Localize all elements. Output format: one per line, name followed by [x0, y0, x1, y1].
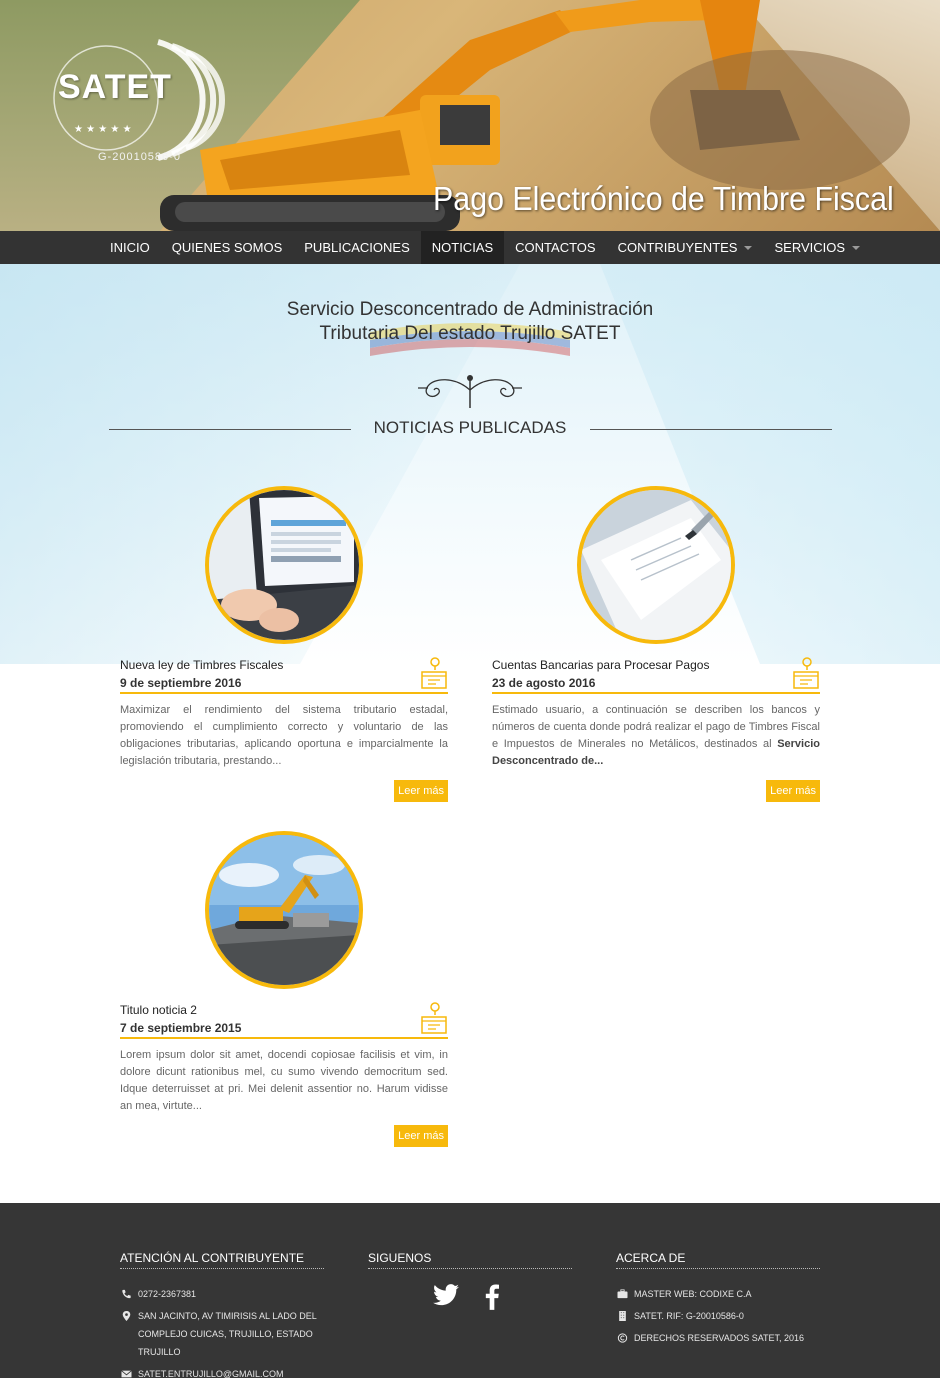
footer-master-web: MASTER WEB: CODIXE C.A: [616, 1285, 820, 1303]
logo-rif: G-20010586-0: [98, 151, 181, 163]
intro-heading-line2: Tributaria Del estado Trujillo SATET: [319, 323, 621, 344]
nav-label: INICIO: [110, 240, 150, 255]
phone-icon: [122, 1289, 131, 1299]
news-excerpt: Lorem ipsum dolor sit amet, docendi copi…: [120, 1047, 448, 1115]
facebook-icon[interactable]: [485, 1284, 499, 1310]
nav-label: QUIENES SOMOS: [171, 240, 283, 255]
nav-item-noticias[interactable]: NOTICIAS: [420, 231, 505, 264]
satet-logo[interactable]: ★ ★ ★ ★ ★ SATET G-20010586-0: [46, 36, 226, 168]
header-banner: ★ ★ ★ ★ ★ SATET G-20010586-0 Pago Electr…: [0, 0, 940, 231]
footer-about-column: ACERCA DE MASTER WEB: CODIXE C.A SATET. …: [616, 1251, 820, 1347]
news-date: 23 de agosto 2016: [492, 676, 596, 690]
news-thumbnail[interactable]: [205, 486, 363, 644]
section-title: NOTICIAS PUBLICADAS: [373, 418, 567, 437]
envelope-icon: [121, 1370, 132, 1378]
social-links: [433, 1284, 499, 1310]
footer-contact-column: ATENCIÓN AL CONTRIBUYENTE 0272-2367381 S…: [120, 1251, 324, 1378]
svg-text:★ ★ ★ ★ ★: ★ ★ ★ ★ ★: [74, 124, 132, 135]
logo-text: SATET: [58, 68, 172, 106]
news-underline: [120, 692, 448, 694]
map-marker-icon: [122, 1311, 131, 1321]
rights-text: DERECHOS RESERVADOS SATET, 2016: [634, 1333, 805, 1343]
nav-label: CONTACTOS: [515, 240, 596, 255]
news-title[interactable]: Cuentas Bancarias para Procesar Pagos: [492, 658, 709, 672]
main-navbar: INICIO QUIENES SOMOS PUBLICACIONES NOTIC…: [0, 231, 940, 264]
news-date: 9 de septiembre 2016: [120, 676, 242, 690]
news-excerpt: Maximizar el rendimiento del sistema tri…: [120, 702, 448, 770]
news-thumbnail[interactable]: [205, 831, 363, 989]
news-thumbnail[interactable]: [577, 486, 735, 644]
footer-email[interactable]: SATET.ENTRUJILLO@GMAIL.COM: [120, 1365, 324, 1378]
copyright-icon: [617, 1333, 628, 1343]
intro-heading-line1: Servicio Desconcentrado de Administració…: [286, 299, 654, 320]
nav-label: PUBLICACIONES: [304, 240, 410, 255]
nav-label: NOTICIAS: [431, 240, 494, 255]
news-excerpt-text: Estimado usuario, a continuación se desc…: [492, 704, 820, 750]
calendar-icon: [793, 657, 819, 689]
read-more-button[interactable]: Leer más: [394, 1125, 448, 1147]
nav-label: SERVICIOS: [774, 240, 846, 255]
news-underline: [492, 692, 820, 694]
read-more-button[interactable]: Leer más: [766, 780, 820, 802]
email-text[interactable]: SATET.ENTRUJILLO@GMAIL.COM: [138, 1365, 284, 1378]
intro-heading: Servicio Desconcentrado de Administració…: [0, 298, 940, 346]
footer-heading: ACERCA DE: [616, 1251, 820, 1269]
news-item: Cuentas Bancarias para Procesar Pagos 23…: [492, 486, 820, 806]
footer-heading: ATENCIÓN AL CONTRIBUYENTE: [120, 1251, 324, 1269]
nav-item-contribuyentes[interactable]: CONTRIBUYENTES: [607, 231, 764, 264]
calendar-icon: [421, 657, 447, 689]
address-text: SAN JACINTO, AV TIMIRISIS AL LADO DEL CO…: [138, 1311, 317, 1357]
nav-item-publicaciones[interactable]: PUBLICACIONES: [293, 231, 420, 264]
nav-item-servicios[interactable]: SERVICIOS: [763, 231, 871, 264]
master-web-text: MASTER WEB: CODIXE C.A: [634, 1289, 752, 1299]
nav-item-contactos[interactable]: CONTACTOS: [504, 231, 606, 264]
footer-address: SAN JACINTO, AV TIMIRISIS AL LADO DEL CO…: [120, 1307, 324, 1361]
ornament-divider-icon: [418, 375, 522, 408]
briefcase-icon: [617, 1289, 628, 1299]
news-date: 7 de septiembre 2015: [120, 1021, 242, 1035]
nav-menu: INICIO QUIENES SOMOS PUBLICACIONES NOTIC…: [99, 231, 871, 264]
news-title[interactable]: Nueva ley de Timbres Fiscales: [120, 658, 283, 672]
caret-down-icon: [744, 245, 753, 250]
calendar-icon: [421, 1002, 447, 1034]
read-more-button[interactable]: Leer más: [394, 780, 448, 802]
nav-label: CONTRIBUYENTES: [617, 240, 738, 255]
news-underline: [120, 1037, 448, 1039]
phone-text: 0272-2367381: [138, 1289, 197, 1299]
laptop-photo-icon: [209, 490, 359, 640]
nav-item-inicio[interactable]: INICIO: [99, 231, 161, 264]
news-title[interactable]: Titulo noticia 2: [120, 1003, 197, 1017]
news-item: Titulo noticia 2 7 de septiembre 2015 Lo…: [120, 831, 448, 1151]
building-icon: [619, 1311, 626, 1321]
rif-text: SATET. RIF: G-20010586-0: [634, 1311, 744, 1321]
footer-social-column: SIGUENOS: [368, 1251, 572, 1269]
news-excerpt-text: Lorem ipsum dolor sit amet, docendi copi…: [120, 1049, 448, 1112]
footer-heading: SIGUENOS: [368, 1251, 572, 1269]
footer-rif: SATET. RIF: G-20010586-0: [616, 1307, 820, 1325]
site-title: Pago Electrónico de Timbre Fiscal: [433, 180, 894, 217]
news-item: Nueva ley de Timbres Fiscales 9 de septi…: [120, 486, 448, 806]
footer-phone: 0272-2367381: [120, 1285, 324, 1303]
twitter-icon[interactable]: [433, 1284, 459, 1306]
news-excerpt: Estimado usuario, a continuación se desc…: [492, 702, 820, 770]
news-excerpt-text: Maximizar el rendimiento del sistema tri…: [120, 704, 448, 767]
footer-rights: DERECHOS RESERVADOS SATET, 2016: [616, 1329, 820, 1347]
divider-line: [590, 429, 832, 430]
caret-down-icon: [852, 245, 861, 250]
nav-item-quienes-somos[interactable]: QUIENES SOMOS: [161, 231, 294, 264]
document-pen-photo-icon: [581, 490, 731, 640]
excavator-photo-icon: [209, 835, 359, 985]
